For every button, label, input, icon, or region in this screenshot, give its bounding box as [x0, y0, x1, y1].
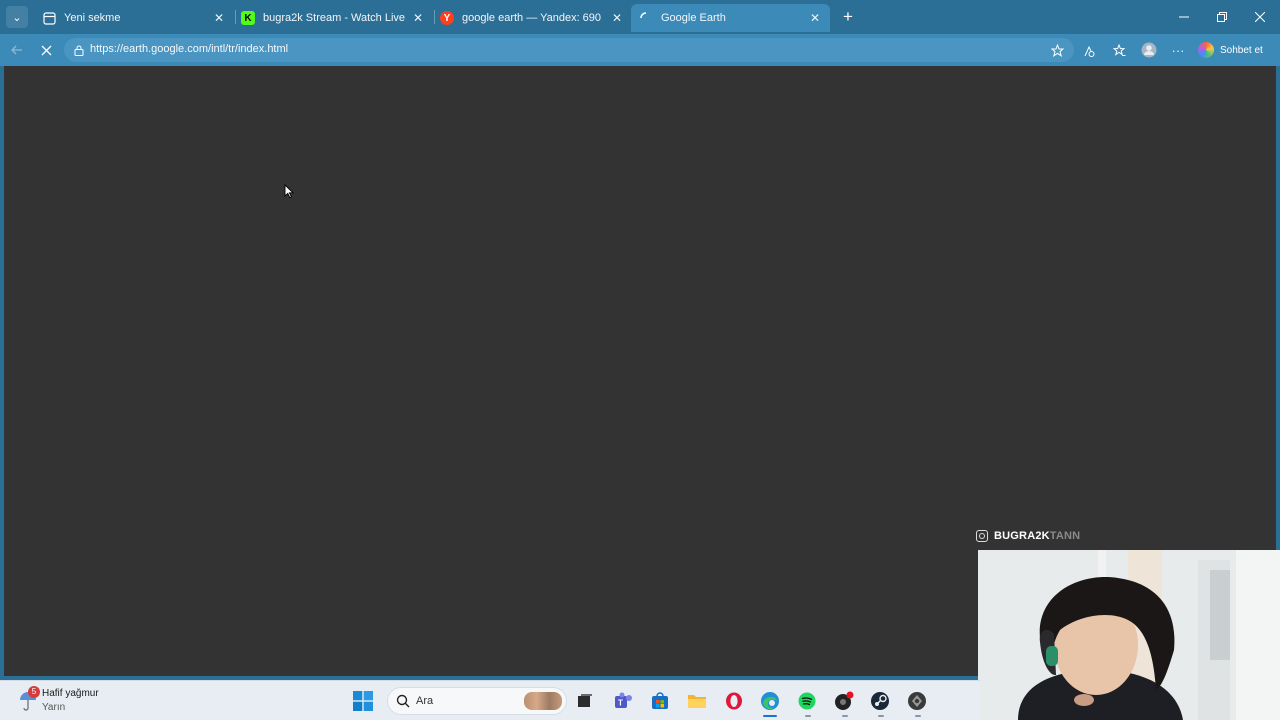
edge-icon[interactable] [758, 689, 782, 713]
more-options-icon[interactable]: ··· [1167, 39, 1189, 61]
store-icon[interactable] [648, 689, 672, 713]
search-placeholder: Ara [416, 695, 434, 707]
file-explorer-icon[interactable] [685, 689, 709, 713]
opera-icon[interactable] [722, 689, 746, 713]
copilot-label: Sohbet et [1220, 44, 1263, 56]
kick-logo-icon: K [241, 11, 255, 25]
handle-faded: TANN [1049, 530, 1081, 542]
tab-google-earth[interactable]: Google Earth ✕ [631, 4, 830, 32]
browser-toolbar: https://earth.google.com/intl/tr/index.h… [0, 34, 1280, 66]
search-icon [396, 694, 410, 708]
game-icon[interactable] [905, 689, 929, 713]
active-app-indicator [763, 715, 777, 717]
url-text[interactable]: https://earth.google.com/intl/tr/index.h… [90, 43, 288, 55]
steam-icon[interactable] [868, 689, 892, 713]
windows-start-icon[interactable] [351, 689, 375, 713]
teams-icon[interactable]: T [611, 689, 635, 713]
stop-loading-icon[interactable] [35, 39, 57, 61]
extensions-icon[interactable] [1078, 39, 1100, 61]
running-indicator [915, 715, 921, 717]
profile-avatar-icon[interactable] [1138, 39, 1160, 61]
weather-badge: 5 [28, 686, 40, 698]
spotify-icon[interactable] [795, 689, 819, 713]
tab-actions-menu-icon[interactable]: ⌄ [6, 6, 28, 28]
running-indicator [805, 715, 811, 717]
close-tab-icon[interactable]: ✕ [808, 11, 822, 25]
lock-icon[interactable] [72, 43, 86, 57]
tab-kick-stream[interactable]: K bugra2k Stream - Watch Live on K ✕ [233, 4, 433, 32]
weather-widget[interactable]: 5 Hafif yağmur Yarın [14, 686, 134, 716]
tab-title: bugra2k Stream - Watch Live on K [263, 12, 405, 24]
notification-app-icon[interactable] [832, 689, 856, 713]
tab-title: google earth — Yandex: 690 bin sc [462, 12, 604, 24]
yandex-logo-icon: Y [440, 11, 454, 25]
taskbar-search-box[interactable]: Ara [387, 687, 567, 715]
mouse-pointer-icon [284, 184, 294, 199]
handle-main: BUGRA2K [994, 530, 1050, 542]
tab-yandex-search[interactable]: Y google earth — Yandex: 690 bin sc ✕ [432, 4, 632, 32]
svg-text:T: T [618, 699, 623, 708]
new-tab-icon [42, 11, 56, 25]
restore-icon[interactable] [1202, 0, 1242, 34]
copilot-icon [1198, 42, 1214, 58]
running-indicator [842, 715, 848, 717]
close-window-icon[interactable] [1240, 0, 1280, 34]
webcam-feed [978, 550, 1280, 720]
tab-strip: ⌄ Yeni sekme ✕ K bugra2k Stream - Watch … [0, 0, 1280, 34]
favorite-star-icon[interactable] [1046, 39, 1068, 61]
taskbar: 5 Hafif yağmur Yarın Ara T [0, 680, 980, 720]
close-tab-icon[interactable]: ✕ [411, 11, 425, 25]
plus-icon[interactable]: + [839, 8, 857, 26]
favorites-icon[interactable] [1108, 39, 1130, 61]
stream-handle-label: BUGRA2K TANN [976, 528, 1080, 544]
minimize-icon[interactable] [1164, 0, 1204, 34]
copilot-chat-button[interactable]: Sohbet et [1198, 39, 1263, 61]
loading-icon [639, 11, 653, 25]
tab-new-tab[interactable]: Yeni sekme ✕ [34, 4, 234, 32]
close-tab-icon[interactable]: ✕ [610, 11, 624, 25]
address-bar[interactable]: https://earth.google.com/intl/tr/index.h… [64, 38, 1074, 62]
weather-condition: Hafif yağmur [42, 688, 99, 699]
tab-title: Google Earth [661, 12, 726, 24]
instagram-icon [976, 530, 988, 542]
close-tab-icon[interactable]: ✕ [212, 11, 226, 25]
screen: ⌄ Yeni sekme ✕ K bugra2k Stream - Watch … [0, 0, 1280, 720]
weather-day: Yarın [42, 702, 66, 713]
running-indicator [878, 715, 884, 717]
task-view-icon[interactable] [573, 689, 597, 713]
search-highlight-image [524, 692, 562, 710]
tab-title: Yeni sekme [64, 12, 121, 24]
back-icon[interactable] [6, 39, 28, 61]
